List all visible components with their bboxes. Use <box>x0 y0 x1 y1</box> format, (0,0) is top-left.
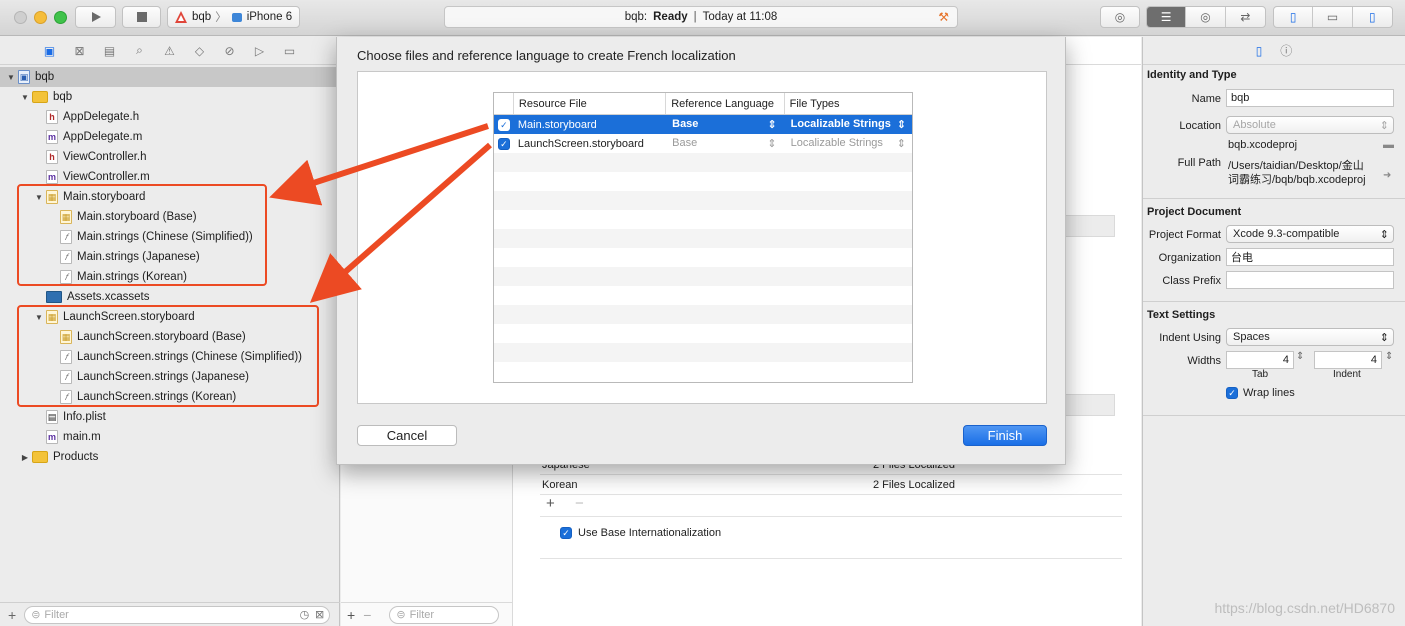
arrow-to-main-storyboard <box>269 123 489 206</box>
tab-caption: Tab <box>1252 369 1269 380</box>
full-path-label: Full Path <box>1177 157 1221 169</box>
inspector-tabs: ▯ ⓘ <box>1143 37 1405 65</box>
reveal-in-finder-icon[interactable]: ➜ <box>1383 170 1391 181</box>
project-format-popup[interactable]: Xcode 9.3-compatible ⇕ <box>1226 225 1394 243</box>
arrow-to-launchscreen-storyboard <box>309 142 492 303</box>
folder-icon[interactable]: ▬ <box>1383 139 1394 151</box>
section-divider <box>1143 415 1405 416</box>
organization-field[interactable]: 台电 <box>1226 248 1394 266</box>
indent-using-label: Indent Using <box>1159 332 1221 344</box>
watermark: https://blog.csdn.net/HD6870 <box>1214 600 1395 616</box>
identity-section-title: Identity and Type <box>1147 69 1237 81</box>
widths-label: Widths <box>1187 355 1221 367</box>
section-divider <box>1143 198 1405 199</box>
section-divider <box>1143 301 1405 302</box>
name-label: Name <box>1191 93 1221 105</box>
project-document-title: Project Document <box>1147 206 1242 218</box>
checkbox-checked-icon: ✓ <box>1226 387 1238 399</box>
popup-arrows-icon: ⇕ <box>1379 331 1389 344</box>
location-label: Location <box>1179 120 1221 132</box>
wrap-lines-checkbox[interactable]: ✓ Wrap lines <box>1226 387 1295 399</box>
popup-arrows-icon: ⇕ <box>1379 228 1389 241</box>
file-inspector-icon[interactable]: ▯ <box>1256 44 1263 58</box>
location-file: bqb.xcodeproj <box>1228 139 1298 151</box>
location-value: Absolute <box>1233 119 1276 131</box>
full-path-line-2: 词霸练习/bqb/bqb.xcodeproj <box>1228 174 1366 186</box>
quick-help-icon[interactable]: ⓘ <box>1280 42 1292 59</box>
wrap-lines-label: Wrap lines <box>1243 387 1295 399</box>
location-popup[interactable]: Absolute ⇕ <box>1226 116 1394 134</box>
tab-width-field[interactable]: 4 <box>1226 351 1294 369</box>
file-inspector: ▯ ⓘ Identity and Type Name bqb Location … <box>1142 37 1405 626</box>
name-field[interactable]: bqb <box>1226 89 1394 107</box>
project-format-label: Project Format <box>1148 229 1221 241</box>
class-prefix-label: Class Prefix <box>1162 275 1221 287</box>
project-format-value: Xcode 9.3-compatible <box>1233 228 1340 240</box>
indent-caption: Indent <box>1333 369 1361 380</box>
popup-arrows-icon: ⇕ <box>1379 119 1389 132</box>
tab-width-stepper[interactable]: ⇕ <box>1296 351 1304 362</box>
indent-using-value: Spaces <box>1233 331 1270 343</box>
organization-label: Organization <box>1158 252 1221 264</box>
indent-width-field[interactable]: 4 <box>1314 351 1382 369</box>
indent-width-stepper[interactable]: ⇕ <box>1385 351 1393 362</box>
class-prefix-field[interactable] <box>1226 271 1394 289</box>
indent-using-popup[interactable]: Spaces ⇕ <box>1226 328 1394 346</box>
text-settings-title: Text Settings <box>1147 309 1216 321</box>
